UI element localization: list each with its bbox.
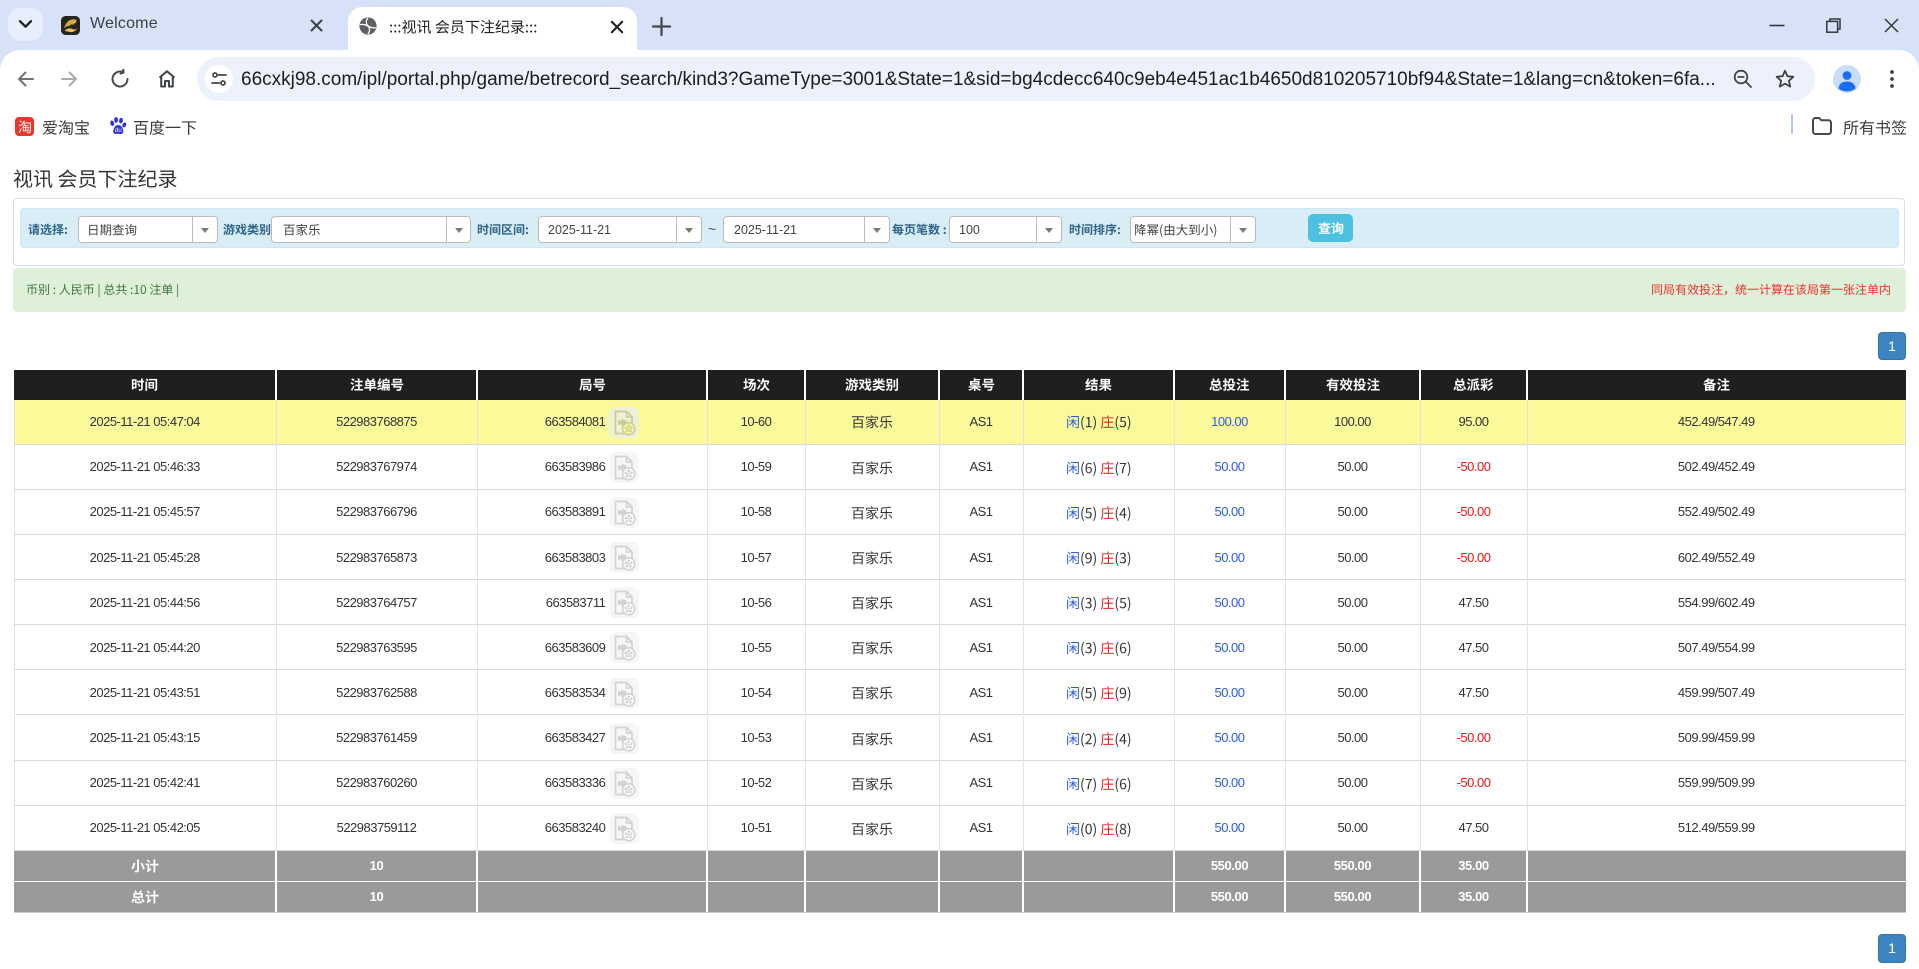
- svg-text:du: du: [115, 127, 123, 134]
